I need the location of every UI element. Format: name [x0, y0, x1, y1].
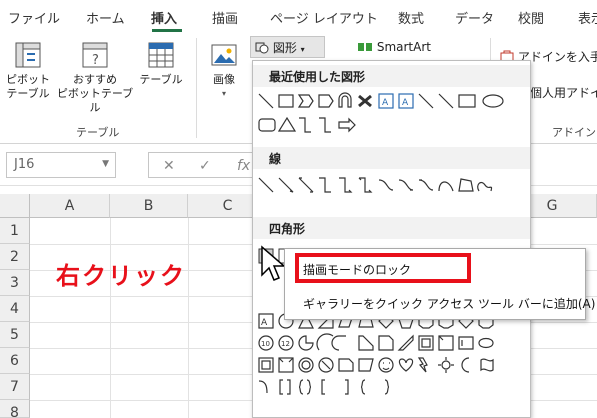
smartart-icon	[358, 43, 372, 51]
image-button[interactable]: 画像 ▾	[202, 40, 246, 101]
row-header-1[interactable]: 1	[0, 218, 30, 244]
gallery-heading-rectangles: 四角形	[253, 217, 530, 239]
pivot-table-icon	[15, 42, 41, 68]
pivot-table-label: ピボット テーブル	[6, 73, 50, 100]
recommended-pivot-button[interactable]: ? おすすめ ピボットテーブル	[54, 40, 136, 115]
bracket-shapes-icons[interactable]	[257, 377, 417, 397]
basic-shapes-icons-2[interactable]: 10 12	[257, 333, 511, 353]
svg-text:A: A	[402, 98, 409, 108]
name-box-dropdown-icon[interactable]: ▼	[102, 159, 109, 169]
svg-text:12: 12	[281, 340, 290, 348]
row-header-4[interactable]: 4	[0, 296, 30, 322]
grid-line	[110, 218, 111, 418]
shapes-dropdown-icon: ▾	[300, 45, 305, 54]
shapes-icon	[255, 42, 269, 54]
column-header-b[interactable]: B	[110, 194, 188, 218]
mouse-cursor-icon	[261, 245, 284, 281]
recent-shapes-icons-2[interactable]	[257, 115, 377, 135]
line-shapes-icons[interactable]	[257, 175, 511, 195]
tab-insert[interactable]: 挿入	[151, 8, 177, 27]
tab-view[interactable]: 表示	[578, 8, 597, 27]
svg-text:A: A	[261, 318, 268, 328]
shapes-gallery: 最近使用した図形 AA 線 四角形 A 10 12	[252, 60, 531, 418]
image-label: 画像	[213, 73, 235, 86]
row-header-5[interactable]: 5	[0, 322, 30, 348]
smartart-label: SmartArt	[376, 40, 431, 54]
tab-formulas[interactable]: 数式	[398, 8, 424, 27]
column-header-a[interactable]: A	[30, 194, 110, 218]
add-to-quick-access-item[interactable]: ギャラリーをクイック アクセス ツール バーに追加(A)	[303, 295, 595, 312]
tab-draw[interactable]: 描画	[212, 8, 238, 27]
basic-shapes-row-3	[257, 355, 511, 375]
lock-drawing-mode-item[interactable]: 描画モードのロック	[303, 261, 411, 278]
gallery-heading-lines: 線	[253, 147, 530, 169]
right-click-annotation: 右クリック	[56, 262, 186, 290]
image-icon	[211, 44, 237, 66]
row-header-7[interactable]: 7	[0, 374, 30, 400]
row-header-6[interactable]: 6	[0, 348, 30, 374]
ribbon-tabs: ファイル ホーム 挿入 描画 ページ レイアウト 数式 データ 校閲 表示	[0, 0, 597, 32]
row-header-3[interactable]: 3	[0, 270, 30, 296]
tab-data[interactable]: データ	[455, 8, 494, 27]
group-label-table: テーブル	[76, 126, 120, 139]
my-addins-label: 個人用アドイン	[530, 86, 597, 100]
table-button[interactable]: テーブル	[138, 40, 184, 87]
fx-icon[interactable]: fx	[237, 158, 250, 174]
tab-page-layout[interactable]: ページ レイアウト	[270, 8, 378, 27]
basic-shapes-icons-3[interactable]	[257, 355, 511, 375]
pivot-table-button[interactable]: ピボット テーブル	[6, 40, 50, 101]
context-menu: 描画モードのロック ギャラリーをクイック アクセス ツール バーに追加(A)	[284, 248, 595, 320]
recommended-pivot-icon: ?	[82, 42, 108, 68]
recent-shapes-row-2	[257, 115, 377, 135]
tab-home[interactable]: ホーム	[86, 8, 125, 27]
my-addins-button[interactable]: 個人用アドイン	[530, 84, 597, 101]
cancel-icon[interactable]: ✕	[163, 158, 175, 174]
table-label: テーブル	[139, 73, 183, 86]
tab-review[interactable]: 校閲	[518, 8, 544, 27]
grid-line	[188, 218, 189, 418]
svg-text:?: ?	[92, 53, 99, 68]
recent-shapes-row-1: AA	[257, 91, 511, 111]
recommended-pivot-label: おすすめ ピボットテーブル	[56, 73, 134, 114]
svg-text:10: 10	[261, 340, 270, 348]
row-header-2[interactable]: 2	[0, 244, 30, 270]
shapes-button[interactable]: 図形 ▾	[250, 36, 325, 58]
ribbon-separator	[196, 38, 197, 138]
group-label-addin: アドイン	[552, 126, 596, 139]
svg-text:A: A	[382, 98, 389, 108]
smartart-button[interactable]: SmartArt	[357, 40, 431, 54]
name-box[interactable]: J16 ▼	[6, 152, 116, 178]
tab-file[interactable]: ファイル	[8, 8, 60, 27]
shapes-label: 図形	[272, 41, 297, 55]
basic-shapes-row-4	[257, 377, 417, 397]
name-box-value: J16	[14, 157, 35, 172]
enter-icon[interactable]: ✓	[199, 158, 211, 174]
formula-buttons: ✕ ✓ fx	[148, 152, 258, 178]
table-icon	[148, 42, 174, 68]
recent-shapes-icons[interactable]: AA	[257, 91, 511, 111]
image-dropdown-icon: ▾	[221, 89, 226, 98]
basic-shapes-row-2: 10 12	[257, 333, 511, 353]
gallery-heading-recent: 最近使用した図形	[253, 65, 530, 87]
select-all-corner[interactable]	[0, 194, 30, 218]
row-header-8[interactable]: 8	[0, 400, 30, 418]
line-shapes-row	[257, 175, 511, 195]
